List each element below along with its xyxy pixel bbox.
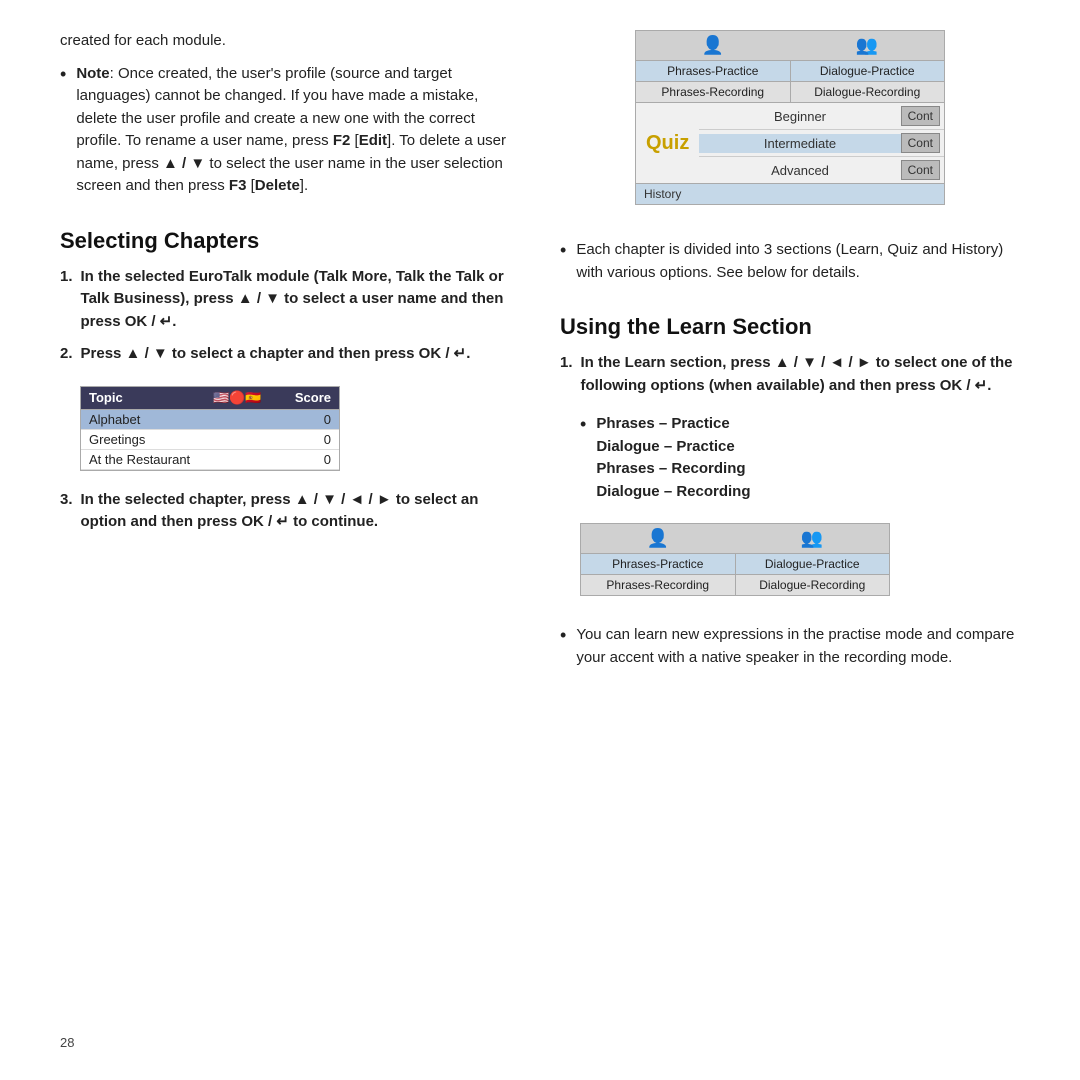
learn-step-1-text: In the Learn section, press ▲ / ▼ / ◄ / … — [581, 352, 1020, 397]
quiz-body: Quiz Beginner Cont Intermediate Cont — [636, 103, 944, 183]
intro-text: created for each module. — [60, 30, 520, 53]
learn-step-1-number: 1. — [560, 352, 573, 397]
step-1-text: In the selected EuroTalk module (Talk Mo… — [81, 266, 520, 334]
selecting-chapters-heading: Selecting Chapters — [60, 228, 520, 254]
beginner-row: Beginner Cont — [699, 103, 944, 130]
col-flag: 🇺🇸🔴🇪🇸 — [206, 387, 269, 409]
row-flag — [206, 430, 269, 449]
intermediate-label: Intermediate — [699, 134, 900, 153]
advanced-label: Advanced — [699, 163, 900, 178]
dialogue-practice-label: Dialogue – Practice — [596, 438, 734, 455]
quiz-tab-row-1: Phrases-Practice Dialogue-Practice — [636, 61, 944, 82]
phrases-recording-label: Phrases – Recording — [596, 460, 745, 477]
advanced-row: Advanced Cont — [699, 157, 944, 183]
phrases-recording-tab[interactable]: Phrases-Recording — [636, 82, 791, 102]
col-score: Score — [269, 387, 340, 409]
row-score: 0 — [269, 450, 340, 469]
quiz-top-bar: 👤 👥 — [636, 31, 944, 61]
row-topic: Alphabet — [81, 410, 206, 429]
quiz-tab-row-2: Phrases-Recording Dialogue-Recording — [636, 82, 944, 103]
intermediate-cont-button[interactable]: Cont — [901, 133, 940, 153]
row-score: 0 — [269, 410, 340, 429]
learn-section-list: 1. In the Learn section, press ▲ / ▼ / ◄… — [560, 352, 1020, 407]
single-user-icon: 👤 — [702, 35, 724, 56]
dialogue-recording-tab[interactable]: Dialogue-Recording — [791, 82, 945, 102]
quiz-levels: Beginner Cont Intermediate Cont Advanced… — [699, 103, 944, 183]
page-number: 28 — [60, 1025, 520, 1050]
phrases-practice-label: Phrases – Practice — [596, 415, 729, 432]
chapter-sections-bullet: • Each chapter is divided into 3 section… — [560, 239, 1020, 284]
row-flag — [206, 450, 269, 469]
step-2-number: 2. — [60, 343, 73, 366]
step-1-number: 1. — [60, 266, 73, 334]
step-2-item: 2. Press ▲ / ▼ to select a chapter and t… — [60, 343, 520, 366]
advanced-cont-button[interactable]: Cont — [901, 160, 940, 180]
selecting-chapters-list: 1. In the selected EuroTalk module (Talk… — [60, 266, 520, 376]
flag-icons: 🇺🇸🔴🇪🇸 — [213, 390, 262, 405]
phrases-multi-user-icon: 👥 — [801, 528, 823, 549]
phrases-tab-row-2: Phrases-Recording Dialogue-Recording — [581, 575, 889, 595]
intermediate-row: Intermediate Cont — [699, 130, 944, 157]
dialogue-practice-tab[interactable]: Dialogue-Practice — [791, 61, 945, 81]
step-3-text: In the selected chapter, press ▲ / ▼ / ◄… — [81, 489, 520, 534]
note-bullet: • Note: Once created, the user's profile… — [60, 63, 520, 198]
chapter-table: Topic 🇺🇸🔴🇪🇸 Score Alphabet 0 Greetings 0 — [80, 386, 340, 471]
beginner-label: Beginner — [699, 109, 900, 124]
table-header: Topic 🇺🇸🔴🇪🇸 Score — [81, 387, 339, 410]
phrases-practice-tab[interactable]: Phrases-Practice — [636, 61, 791, 81]
step-3-item: 3. In the selected chapter, press ▲ / ▼ … — [60, 489, 520, 534]
phrases-top-bar: 👤 👥 — [581, 524, 889, 554]
learn-expressions-text: You can learn new expressions in the pra… — [576, 624, 1020, 669]
phrases-tab-dialogue[interactable]: Dialogue-Practice — [736, 554, 890, 574]
phrases-tab-dialogue-rec[interactable]: Dialogue-Recording — [736, 575, 890, 595]
table-row: Alphabet 0 — [81, 410, 339, 430]
dialogue-recording-label: Dialogue – Recording — [596, 483, 750, 500]
learn-options-text: Phrases – Practice Dialogue – Practice P… — [596, 413, 750, 503]
multi-user-icon: 👥 — [856, 35, 878, 56]
phrases-single-user-icon: 👤 — [647, 528, 669, 549]
phrases-tab-practice[interactable]: Phrases-Practice — [581, 554, 736, 574]
phrases-tab-row-1: Phrases-Practice Dialogue-Practice — [581, 554, 889, 575]
learn-step-1-item: 1. In the Learn section, press ▲ / ▼ / ◄… — [560, 352, 1020, 397]
bullet-dot-1: • — [560, 239, 566, 284]
learn-expressions-bullet: • You can learn new expressions in the p… — [560, 624, 1020, 669]
row-topic: Greetings — [81, 430, 206, 449]
quiz-widget-container: 👤 👥 Phrases-Practice Dialogue-Practice P… — [560, 30, 1020, 223]
quiz-widget: 👤 👥 Phrases-Practice Dialogue-Practice P… — [635, 30, 945, 205]
page: created for each module. • Note: Once cr… — [0, 0, 1080, 1080]
phrases-tab-recording[interactable]: Phrases-Recording — [581, 575, 736, 595]
note-text: Note: Once created, the user's profile (… — [76, 63, 520, 198]
using-learn-heading: Using the Learn Section — [560, 314, 1020, 340]
selecting-chapters-list-2: 3. In the selected chapter, press ▲ / ▼ … — [60, 489, 520, 544]
col-topic: Topic — [81, 387, 206, 409]
history-bar[interactable]: History — [636, 183, 944, 204]
table-row: At the Restaurant 0 — [81, 450, 339, 470]
bullet-dot-3: • — [560, 624, 566, 669]
quiz-label: Quiz — [636, 103, 699, 183]
row-flag — [206, 410, 269, 429]
step-1-item: 1. In the selected EuroTalk module (Talk… — [60, 266, 520, 334]
phrases-widget: 👤 👥 Phrases-Practice Dialogue-Practice P… — [580, 523, 890, 596]
left-column: created for each module. • Note: Once cr… — [60, 30, 520, 1050]
right-column: 👤 👥 Phrases-Practice Dialogue-Practice P… — [560, 30, 1020, 1050]
chapter-sections-text: Each chapter is divided into 3 sections … — [576, 239, 1020, 284]
row-score: 0 — [269, 430, 340, 449]
step-2-text: Press ▲ / ▼ to select a chapter and then… — [81, 343, 471, 366]
row-topic: At the Restaurant — [81, 450, 206, 469]
learn-options-bullet: • Phrases – Practice Dialogue – Practice… — [580, 413, 1020, 503]
table-row: Greetings 0 — [81, 430, 339, 450]
step-3-number: 3. — [60, 489, 73, 534]
bullet-dot-2: • — [580, 413, 586, 503]
bullet-dot: • — [60, 63, 66, 198]
phrases-widget-container: 👤 👥 Phrases-Practice Dialogue-Practice P… — [580, 523, 1020, 610]
beginner-cont-button[interactable]: Cont — [901, 106, 940, 126]
